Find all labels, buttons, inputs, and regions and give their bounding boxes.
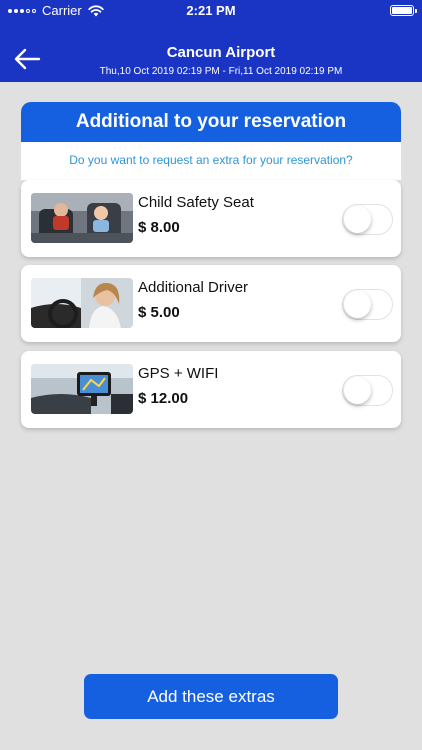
page-title: Cancun Airport bbox=[166, 44, 276, 61]
status-time: 2:21 PM bbox=[186, 3, 236, 18]
extras-question: Do you want to request an extra for your… bbox=[21, 142, 401, 180]
add-extras-button[interactable]: Add these extras bbox=[84, 674, 338, 719]
extra-price: $ 12.00 bbox=[138, 390, 189, 407]
extra-card-gps-wifi: GPS + WIFI $ 12.00 bbox=[21, 351, 401, 428]
toggle-knob bbox=[344, 377, 371, 404]
status-bar: Carrier 2:21 PM bbox=[0, 0, 422, 22]
battery-icon bbox=[390, 5, 417, 16]
extra-title: Additional Driver bbox=[138, 279, 249, 296]
extra-card-child-seat: Child Safety Seat $ 8.00 bbox=[21, 180, 401, 257]
child-car-seat-photo bbox=[31, 193, 133, 243]
extra-price: $ 8.00 bbox=[138, 219, 180, 236]
back-button[interactable] bbox=[12, 46, 42, 72]
extra-price: $ 5.00 bbox=[138, 304, 180, 321]
extra-toggle-child-seat[interactable] bbox=[342, 204, 393, 235]
app-header: Carrier 2:21 PM Cancun Airport Thu,10 Oc… bbox=[0, 0, 422, 82]
extra-title: Child Safety Seat bbox=[138, 194, 254, 211]
driver-photo bbox=[31, 278, 133, 328]
gps-device-photo bbox=[31, 364, 133, 414]
toggle-knob bbox=[344, 291, 371, 318]
extra-toggle-gps-wifi[interactable] bbox=[342, 375, 393, 406]
extra-card-additional-driver: Additional Driver $ 5.00 bbox=[21, 265, 401, 342]
extra-title: GPS + WIFI bbox=[138, 365, 219, 382]
extra-toggle-additional-driver[interactable] bbox=[342, 289, 393, 320]
arrow-left-icon bbox=[14, 48, 41, 70]
extras-panel-heading: Additional to your reservation bbox=[21, 102, 401, 142]
reservation-dates: Thu,10 Oct 2019 02:19 PM - Fri,11 Oct 20… bbox=[99, 66, 343, 77]
toggle-knob bbox=[344, 206, 371, 233]
